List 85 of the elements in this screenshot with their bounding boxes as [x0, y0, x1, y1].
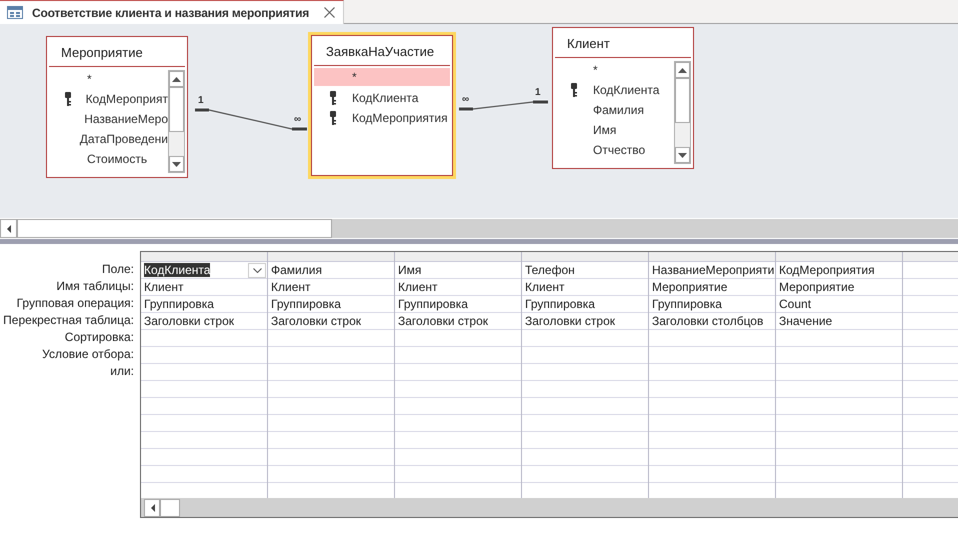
- row-label: Групповая операция:: [16, 295, 135, 312]
- scroll-left-button[interactable]: [0, 219, 17, 238]
- scrollbar-thumb[interactable]: [17, 219, 332, 238]
- grid-cell[interactable]: Заголовки строк: [141, 313, 267, 330]
- field-item[interactable]: Фамилия: [555, 100, 674, 120]
- grid-cell[interactable]: Имя: [395, 262, 521, 279]
- key-icon: [330, 111, 336, 125]
- key-icon: [571, 83, 577, 97]
- grid-cell[interactable]: Группировка: [141, 296, 267, 313]
- document-tab[interactable]: Соответствие клиента и названия мероприятия: [0, 0, 344, 24]
- down-arrow-icon: [678, 152, 687, 158]
- scrollbar-thumb[interactable]: [169, 87, 184, 132]
- grid-cell[interactable]: Клиент: [141, 279, 267, 296]
- field-item[interactable]: НазваниеМеро: [49, 109, 168, 129]
- grid-cell[interactable]: Группировка: [268, 296, 394, 313]
- grid-cell[interactable]: Заголовки строк: [522, 313, 648, 330]
- scrollbar-thumb[interactable]: [160, 499, 180, 517]
- table-window[interactable]: ЗаявкаНаУчастие * КодКлиента КодМероприятия: [311, 35, 453, 176]
- grid-cell[interactable]: Заголовки строк: [395, 313, 521, 330]
- grid-cell[interactable]: Мероприятие: [776, 279, 902, 296]
- grid-cell[interactable]: Значение: [776, 313, 902, 330]
- table-title: Мероприятие: [49, 37, 185, 67]
- field-item[interactable]: *: [49, 69, 168, 89]
- scroll-down-button[interactable]: [169, 156, 184, 172]
- key-icon: [65, 92, 71, 106]
- field-item[interactable]: Имя: [555, 120, 674, 140]
- scroll-left-button[interactable]: [144, 499, 160, 517]
- left-arrow-icon: [6, 224, 12, 232]
- field-item[interactable]: КодМероприят: [49, 89, 168, 109]
- grid-cell[interactable]: Клиент: [522, 279, 648, 296]
- close-button[interactable]: [324, 7, 336, 18]
- grid-cell[interactable]: Фамилия: [268, 262, 394, 279]
- row-label: Поле:: [100, 261, 135, 278]
- field-item[interactable]: КодМероприятия: [314, 108, 450, 128]
- grid-cell[interactable]: Заголовки столбцов: [649, 313, 775, 330]
- grid-cell[interactable]: Мероприятие: [649, 279, 775, 296]
- row-label: Имя таблицы:: [55, 278, 135, 295]
- field-item[interactable]: КодКлиента: [314, 88, 450, 108]
- key-icon: [330, 91, 336, 105]
- table-title: Клиент: [555, 28, 691, 58]
- chevron-down-icon: [252, 268, 262, 272]
- grid-cell[interactable]: КодКлиента: [141, 262, 267, 279]
- table-window[interactable]: Клиент * КодКлиента Фамилия Имя Отчество: [552, 27, 694, 169]
- grid-cell[interactable]: Телефон: [522, 262, 648, 279]
- field-item[interactable]: *: [314, 68, 450, 86]
- relationship-line[interactable]: [459, 100, 548, 110]
- up-arrow-icon: [172, 76, 181, 82]
- grid-cell[interactable]: КодМероприятия: [776, 262, 902, 279]
- grid-cell[interactable]: Группировка: [395, 296, 521, 313]
- field-item[interactable]: ДатаПроведени: [49, 129, 168, 149]
- row-label: Перекрестная таблица:: [2, 312, 135, 329]
- left-arrow-icon: [150, 504, 154, 512]
- query-icon: [7, 6, 23, 19]
- cardinality-label: ∞: [294, 114, 302, 126]
- selected-text: КодКлиента: [144, 263, 210, 277]
- grid-cell[interactable]: Клиент: [268, 279, 394, 296]
- row-label: Сортировка:: [64, 329, 135, 346]
- grid-cell[interactable]: Группировка: [649, 296, 775, 313]
- grid-cell[interactable]: НазваниеМероприяти: [649, 262, 775, 279]
- scroll-up-button[interactable]: [169, 71, 184, 87]
- vertical-scrollbar[interactable]: [168, 70, 185, 173]
- cardinality-label: ∞: [462, 94, 470, 106]
- up-arrow-icon: [678, 68, 687, 72]
- down-arrow-icon: [172, 162, 181, 166]
- field-item[interactable]: *: [555, 60, 674, 80]
- grid-cell[interactable]: Клиент: [395, 279, 521, 296]
- grid-cell[interactable]: Count: [776, 296, 902, 313]
- table-window[interactable]: Мероприятие * КодМероприят НазваниеМеро ДатаПроведени Стоимость: [46, 36, 188, 178]
- scroll-down-button[interactable]: [675, 147, 690, 163]
- field-item[interactable]: КодКлиента: [555, 80, 674, 100]
- row-label: Условие отбора:: [41, 346, 135, 363]
- relationship-line[interactable]: [195, 108, 307, 130]
- cardinality-label: 1: [535, 87, 541, 99]
- close-icon: [324, 7, 336, 18]
- grid-cell[interactable]: Группировка: [522, 296, 648, 313]
- row-label: или:: [109, 363, 135, 380]
- table-title: ЗаявкаНаУчастие: [314, 36, 450, 66]
- scrollbar-thumb[interactable]: [675, 78, 690, 123]
- scroll-up-button[interactable]: [675, 62, 690, 78]
- field-item[interactable]: Стоимость: [49, 149, 168, 169]
- grid-cell[interactable]: Заголовки строк: [268, 313, 394, 330]
- vertical-scrollbar[interactable]: [674, 61, 691, 164]
- cardinality-label: 1: [198, 95, 204, 107]
- field-item[interactable]: Отчество: [555, 140, 674, 160]
- dropdown-button[interactable]: [248, 262, 266, 278]
